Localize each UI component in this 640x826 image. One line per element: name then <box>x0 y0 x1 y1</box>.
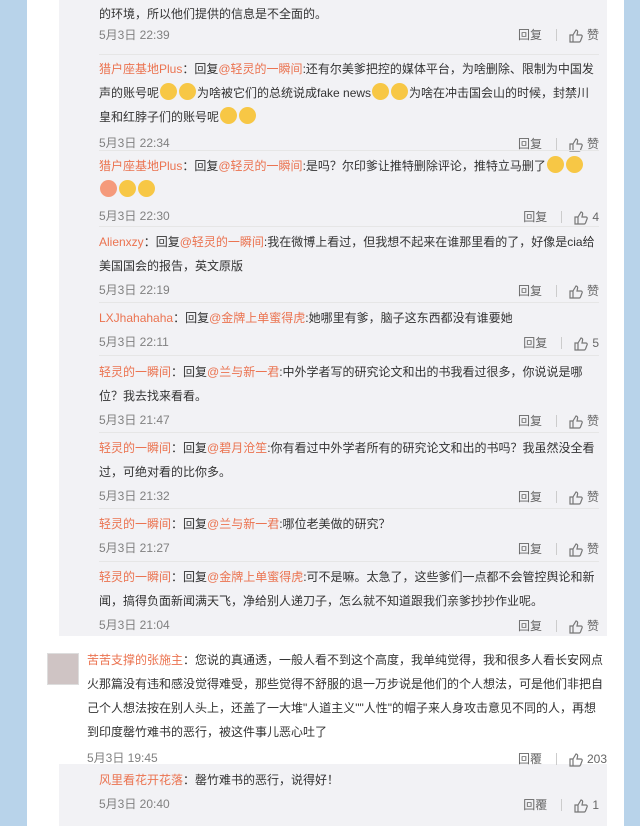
reply-text: 的环境，所以他们提供的信息是不全面的。 <box>99 7 328 21</box>
thumb-up-icon <box>574 211 589 225</box>
thumb-up-icon <box>569 285 583 299</box>
reply-item: Alienxzy：回复@轻灵的一瞬间:我在微博上看过，但我想不起来在谁那里看的了… <box>99 230 599 302</box>
reply-button[interactable]: 回覆 <box>523 793 547 817</box>
reply-item: LXJhahahaha：回复@金牌上单蜜得虎:她哪里有爹，脑子这东西都没有谁要她… <box>99 306 599 354</box>
like-button[interactable]: 5 <box>574 331 599 355</box>
comment-time: 5月3日 19:45 <box>87 751 158 765</box>
reply-username[interactable]: 轻灵的一瞬间 <box>99 517 171 531</box>
avatar[interactable] <box>47 653 79 685</box>
emoji-icon <box>220 107 238 125</box>
like-button[interactable]: 赞 <box>569 279 599 303</box>
reply-username[interactable]: LXJhahahaha <box>99 311 173 325</box>
reply-time: 5月3日 21:04 <box>99 618 170 632</box>
thumb-up-icon <box>569 29 583 43</box>
reply-time: 5月3日 22:34 <box>99 136 170 150</box>
reply-username[interactable]: 轻灵的一瞬间 <box>99 365 171 379</box>
thumb-up-icon <box>574 799 589 813</box>
emoji-icon <box>119 180 136 198</box>
reply-text: 风里看花开花落：罄竹难书的恶行，说得好！ <box>99 773 340 787</box>
like-button[interactable]: 赞 <box>569 485 599 509</box>
emoji-icon <box>372 83 390 101</box>
reply-button[interactable]: 回复 <box>518 279 542 303</box>
reply-text: LXJhahahaha：回复@金牌上单蜜得虎:她哪里有爹，脑子这东西都没有谁要她 <box>99 311 513 325</box>
emoji-icon <box>138 180 155 198</box>
reply-item: 风里看花开花落：罄竹难书的恶行，说得好！ 5月3日 20:40 回覆 1 <box>99 768 599 816</box>
reply-button[interactable]: 回复 <box>523 331 547 355</box>
reply-time: 5月3日 22:39 <box>99 28 170 42</box>
reply-item: 轻灵的一瞬间：回复@金牌上单蜜得虎:可不是嘛。太急了，这些爹们一点都不会管控舆论… <box>99 565 599 637</box>
like-button[interactable]: 赞 <box>569 537 599 561</box>
mention-link[interactable]: @轻灵的一瞬间 <box>218 159 302 173</box>
mention-link[interactable]: @金牌上单蜜得虎 <box>207 570 303 584</box>
emoji-icon <box>179 83 197 101</box>
reply-item: 的环境，所以他们提供的信息是不全面的。 5月3日 22:39 回复 赞 <box>99 2 599 50</box>
reply-time: 5月3日 21:32 <box>99 489 170 503</box>
reply-username[interactable]: 猎户座基地Plus <box>99 159 182 173</box>
comment-text: 苦苦支撑的张施主：您说的真通透，一般人看不到这个高度，我单纯觉得，我和很多人看长… <box>87 653 604 739</box>
reply-item: 轻灵的一瞬间：回复@兰与新一君:哪位老美做的研究？ 5月3日 21:27 回复 赞 <box>99 512 599 560</box>
reply-text: 轻灵的一瞬间：回复@兰与新一君:哪位老美做的研究？ <box>99 517 391 531</box>
like-button[interactable]: 1 <box>574 793 599 817</box>
reply-item: 猎户座基地Plus：回复@轻灵的一瞬间:是吗？尔印爹让推特删除评论，推特立马删了… <box>99 154 599 230</box>
reply-text: 猎户座基地Plus：回复@轻灵的一瞬间:是吗？尔印爹让推特删除评论，推特立马删了 <box>99 154 599 202</box>
thumb-up-icon <box>574 337 589 351</box>
reply-text: Alienxzy：回复@轻灵的一瞬间:我在微博上看过，但我想不起来在谁那里看的了… <box>99 235 595 273</box>
reply-text: 猎户座基地Plus：回复@轻灵的一瞬间:还有尔美爹把控的媒体平台，为啥删除、限制… <box>99 62 594 125</box>
reply-text: 轻灵的一瞬间：回复@金牌上单蜜得虎:可不是嘛。太急了，这些爹们一点都不会管控舆论… <box>99 570 595 608</box>
thumb-up-icon <box>569 753 583 767</box>
reply-text: 轻灵的一瞬间：回复@碧月沧笙:你有看过中外学者所有的研究论文和出的书吗？我虽然没… <box>99 441 595 479</box>
reply-button[interactable]: 回复 <box>518 537 542 561</box>
reply-text: 轻灵的一瞬间：回复@兰与新一君:中外学者写的研究论文和出的书我看过很多，你说说是… <box>99 365 583 403</box>
reply-time: 5月3日 22:19 <box>99 283 170 297</box>
reply-username[interactable]: Alienxzy <box>99 235 144 249</box>
mention-link[interactable]: @兰与新一君 <box>207 365 279 379</box>
thumb-up-icon <box>569 415 583 429</box>
reply-button[interactable]: 回复 <box>518 614 542 638</box>
emoji-icon <box>239 107 257 125</box>
mention-link[interactable]: @金牌上单蜜得虎 <box>209 311 305 325</box>
reply-button[interactable]: 回复 <box>518 485 542 509</box>
mention-link[interactable]: @兰与新一君 <box>207 517 279 531</box>
reply-username[interactable]: 轻灵的一瞬间 <box>99 570 171 584</box>
reply-item: 轻灵的一瞬间：回复@碧月沧笙:你有看过中外学者所有的研究论文和出的书吗？我虽然没… <box>99 436 599 508</box>
like-button[interactable]: 赞 <box>569 409 599 433</box>
reply-username[interactable]: 猎户座基地Plus <box>99 62 182 76</box>
reply-button[interactable]: 回复 <box>518 409 542 433</box>
like-button[interactable]: 赞 <box>569 614 599 638</box>
reply-time: 5月3日 21:27 <box>99 541 170 555</box>
thumb-up-icon <box>569 620 583 634</box>
emoji-icon <box>391 83 409 101</box>
emoji-icon <box>160 83 178 101</box>
reply-time: 5月3日 20:40 <box>99 797 170 811</box>
comment-username[interactable]: 苦苦支撑的张施主 <box>87 653 183 667</box>
reply-username[interactable]: 风里看花开花落 <box>99 773 183 787</box>
mention-link[interactable]: @轻灵的一瞬间 <box>180 235 264 249</box>
thumb-up-icon <box>569 491 583 505</box>
like-button[interactable]: 赞 <box>569 26 599 43</box>
reply-item: 猎户座基地Plus：回复@轻灵的一瞬间:还有尔美爹把控的媒体平台，为啥删除、限制… <box>99 57 599 157</box>
reply-time: 5月3日 22:11 <box>99 335 169 349</box>
emoji-icon <box>100 180 117 198</box>
reply-button[interactable]: 回复 <box>518 26 542 43</box>
reply-time: 5月3日 21:47 <box>99 413 170 427</box>
reply-username[interactable]: 轻灵的一瞬间 <box>99 441 171 455</box>
thumb-up-icon <box>569 543 583 557</box>
emoji-icon <box>546 156 564 174</box>
comment-item: 苦苦支撑的张施主：您说的真通透，一般人看不到这个高度，我单纯觉得，我和很多人看长… <box>87 648 607 772</box>
mention-link[interactable]: @碧月沧笙 <box>207 441 267 455</box>
reply-time: 5月3日 22:30 <box>99 209 170 223</box>
emoji-icon <box>565 156 583 174</box>
mention-link[interactable]: @轻灵的一瞬间 <box>218 62 302 76</box>
reply-item: 轻灵的一瞬间：回复@兰与新一君:中外学者写的研究论文和出的书我看过很多，你说说是… <box>99 360 599 432</box>
